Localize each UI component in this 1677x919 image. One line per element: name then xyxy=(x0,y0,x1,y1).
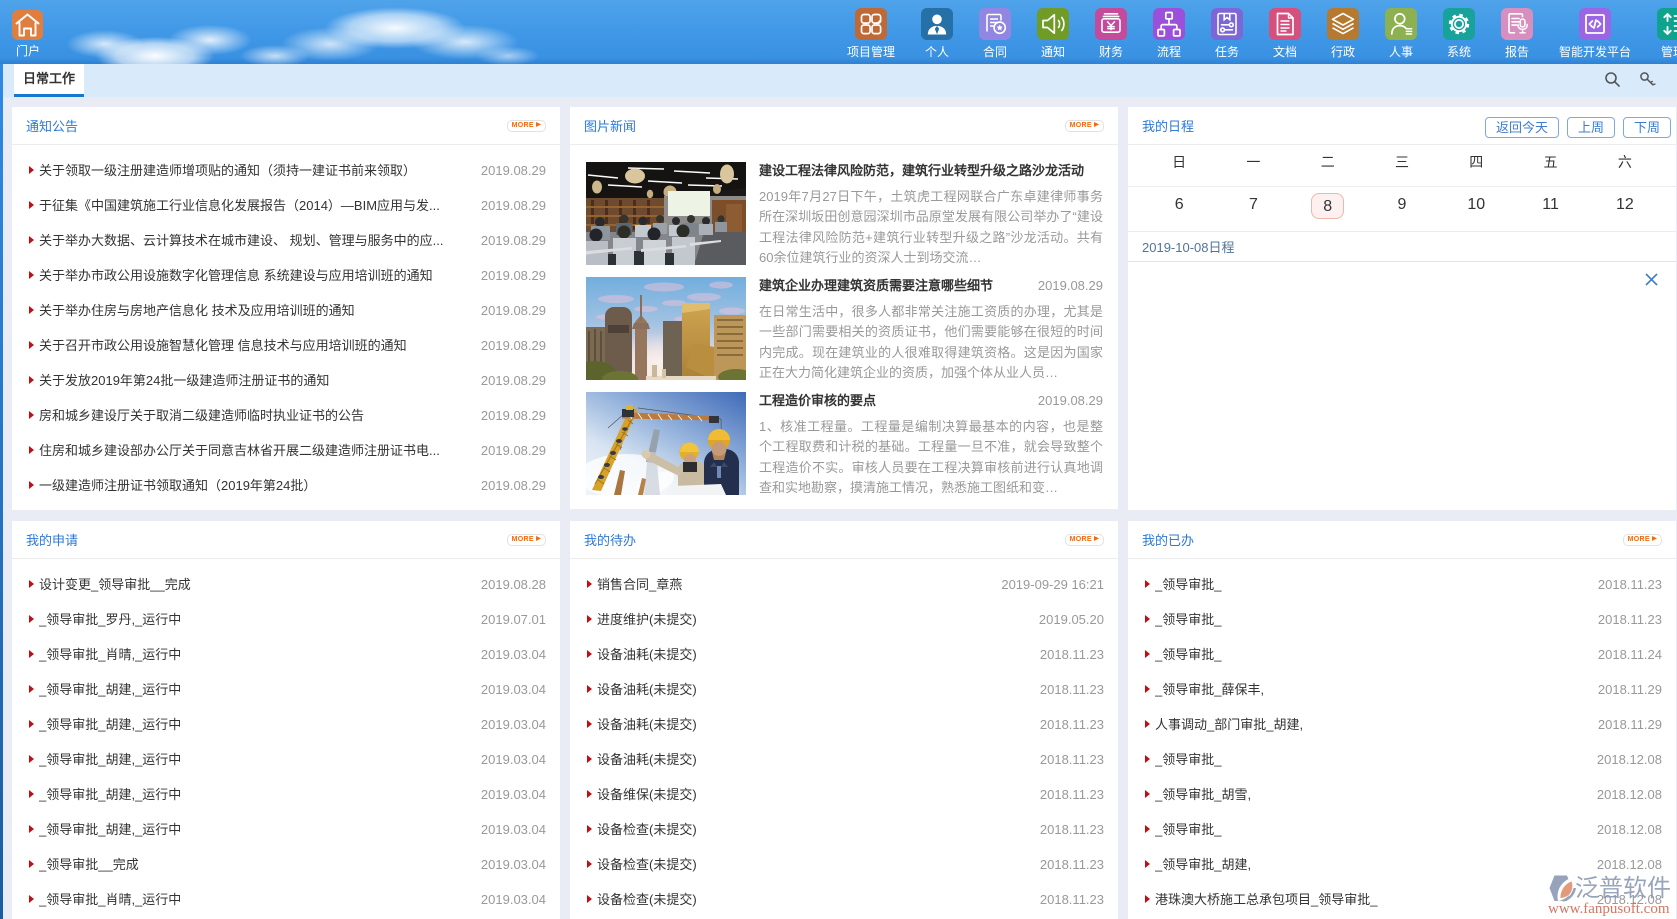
svg-text:泛普软件: 泛普软件 xyxy=(1575,875,1671,902)
svg-text:www.fanpusoft.com: www.fanpusoft.com xyxy=(1548,901,1670,917)
